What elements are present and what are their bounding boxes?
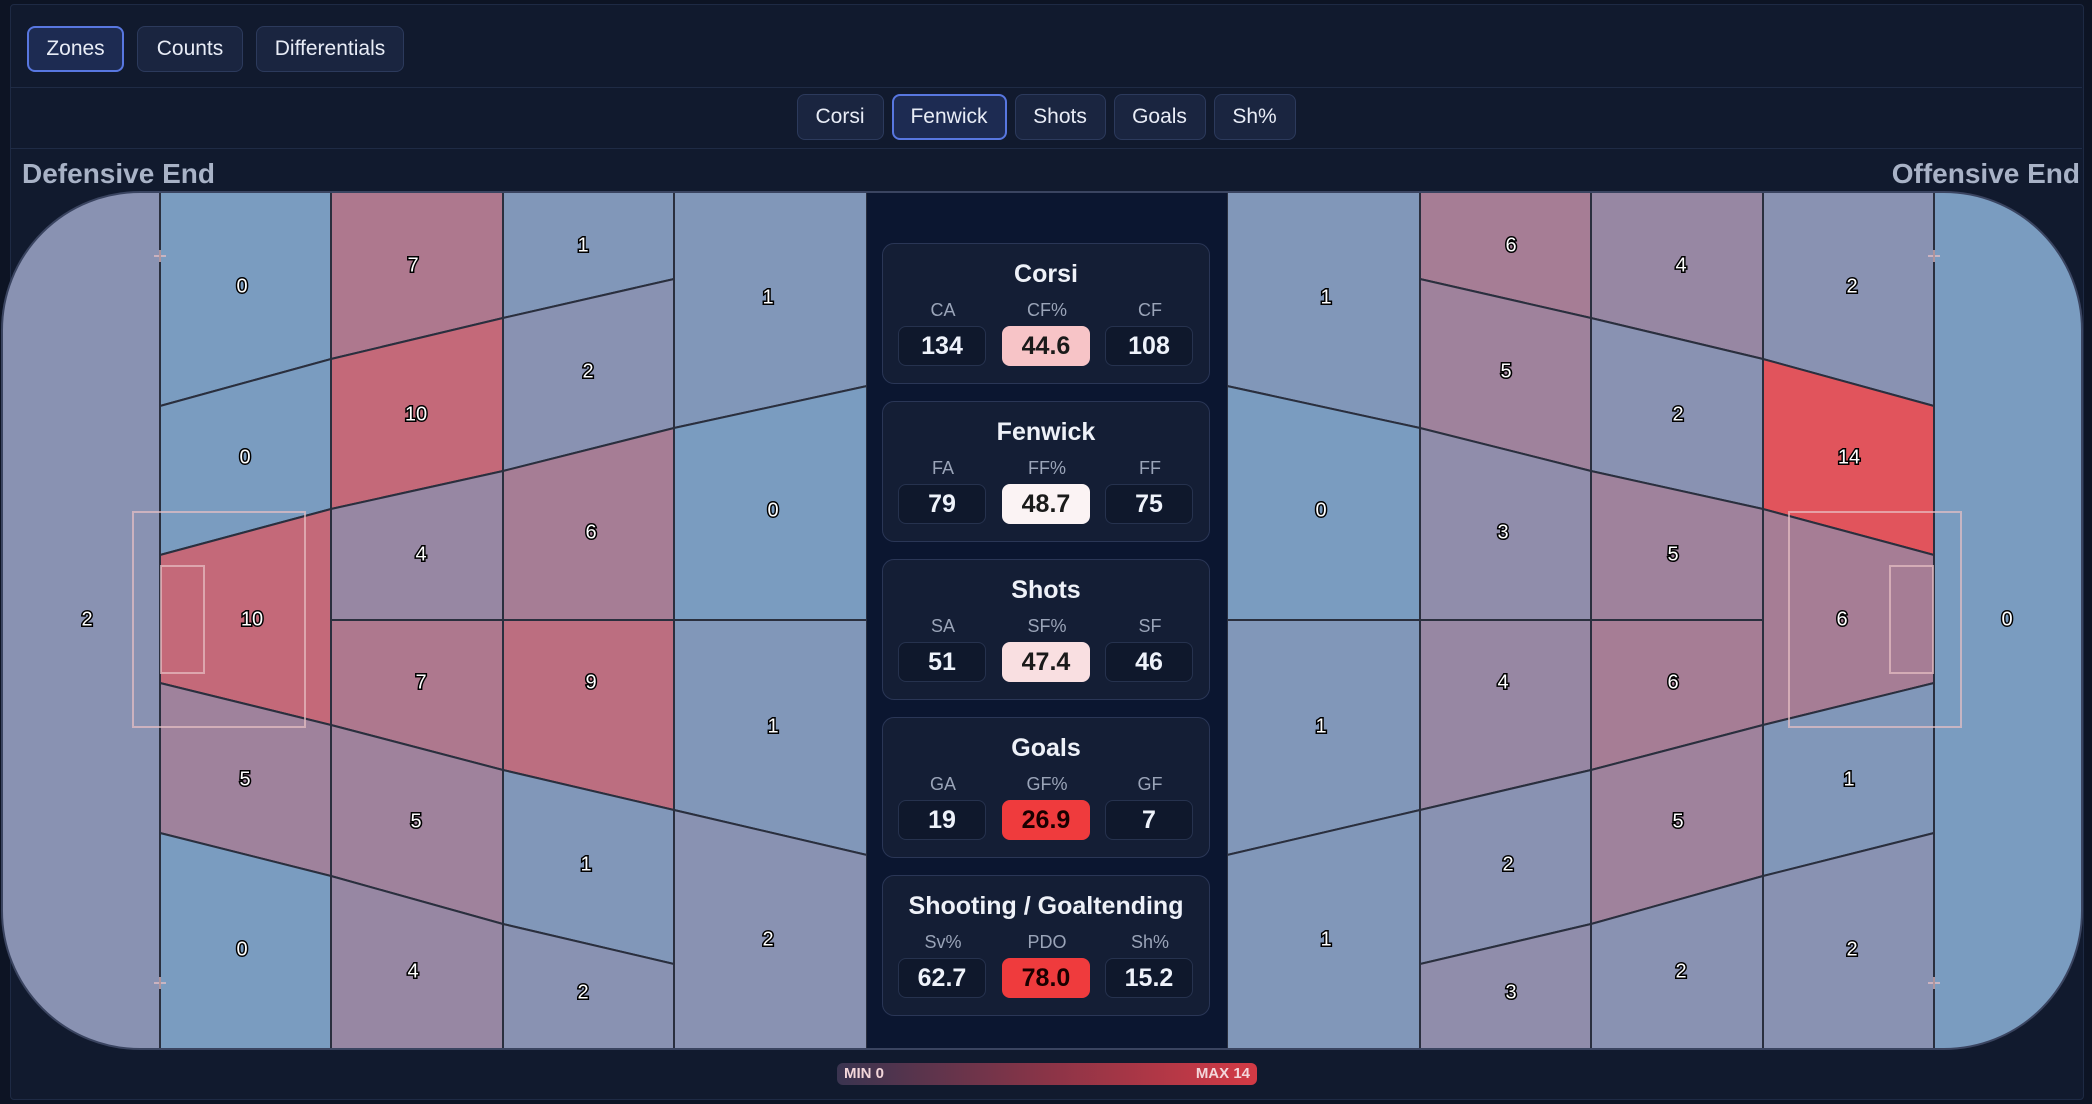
offensive-zone-value: 6 [1505, 234, 1516, 256]
defensive-zone-value: 1 [577, 234, 588, 256]
defensive-zone-value: 0 [236, 275, 247, 297]
offensive-zone-value: 5 [1500, 360, 1511, 382]
offensive-zone-value: 2 [1502, 853, 1513, 875]
stat-card-title: Shooting / Goaltending [908, 892, 1184, 920]
stat-label-gf: GF [1137, 774, 1163, 794]
stat-label-pdo: PDO [1027, 932, 1067, 952]
defensive-zone-value: 0 [767, 499, 778, 521]
offensive-zone-value: 3 [1505, 981, 1516, 1003]
stat-card-title: Corsi [1014, 260, 1078, 288]
stat-card-title: Fenwick [996, 418, 1096, 446]
defensive-zone-value: 2 [762, 928, 773, 950]
defensive-zone-value: 1 [762, 286, 773, 308]
defensive-zone-value: 2 [582, 360, 593, 382]
offensive-zone-value: 5 [1672, 810, 1683, 832]
offensive-zone-value: 2 [1846, 938, 1857, 960]
stat-value-cf: 108 [1105, 326, 1193, 366]
stat-label-ga: GA [929, 774, 956, 794]
offensive-zone-value: 2 [1675, 960, 1686, 982]
offensive-zone-cell[interactable] [1933, 192, 2092, 1049]
offensive-zone-value: 1 [1320, 928, 1331, 950]
defensive-zone-value: 2 [577, 981, 588, 1003]
defensive-zone-value: 2 [81, 608, 92, 630]
defensive-zone-value: 7 [415, 671, 426, 693]
defensive-zone-value: 5 [239, 768, 250, 790]
stat-label-ca: CA [930, 300, 956, 320]
defensive-zone-value: 4 [407, 960, 418, 982]
offensive-zone-value: 2 [1672, 403, 1683, 425]
stat-card-title: Shots [1011, 576, 1081, 604]
offensive-zone-value: 0 [2001, 608, 2012, 630]
defensive-zone-value: 4 [415, 543, 426, 565]
stat-value-ca: 134 [898, 326, 986, 366]
defensive-zone-value: 7 [407, 254, 418, 276]
stat-value-cf-pct: 44.6 [1002, 326, 1090, 366]
offensive-zone-value: 4 [1675, 254, 1686, 276]
stat-label-fa: FA [931, 458, 954, 478]
stat-value-gf-pct: 26.9 [1002, 800, 1090, 840]
defensive-zone-cell[interactable] [0, 192, 161, 1049]
stat-value-pdo: 78.0 [1002, 958, 1090, 998]
defensive-zone-value: 1 [767, 715, 778, 737]
offensive-zone-value: 1 [1320, 286, 1331, 308]
stat-value-ff-pct: 48.7 [1002, 484, 1090, 524]
defensive-zone-value: 0 [236, 938, 247, 960]
stat-label-sf-pct: SF% [1027, 616, 1067, 636]
stat-value-sa: 51 [898, 642, 986, 682]
offensive-zone-value: 4 [1497, 671, 1508, 693]
stat-label-sf: SF [1138, 616, 1162, 636]
defensive-zone-value: 5 [410, 810, 421, 832]
defensive-zone-value: 10 [241, 608, 263, 630]
defensive-zone-value: 1 [580, 853, 591, 875]
offensive-zone-value: 6 [1836, 608, 1847, 630]
stat-value-gf: 7 [1105, 800, 1193, 840]
stat-value-sf-pct: 47.4 [1002, 642, 1090, 682]
stat-label-cf-pct: CF% [1027, 300, 1067, 320]
stat-label-sa: SA [930, 616, 955, 636]
stat-card-goals: Goals GA GF% GF 19 26.9 7 [882, 717, 1210, 858]
offensive-zone-value: 3 [1497, 521, 1508, 543]
defensive-zone-value: 10 [405, 403, 427, 425]
stat-card-corsi: Corsi CA CF% CF 134 44.6 108 [882, 243, 1210, 384]
offensive-zone-value: 14 [1838, 446, 1860, 468]
stat-label-sv-pct: Sv% [924, 932, 962, 952]
stat-card-shooting-goaltending: Shooting / Goaltending Sv% PDO Sh% 62.7 … [882, 875, 1210, 1016]
offensive-zone-value: 1 [1315, 715, 1326, 737]
defensive-zone-value: 0 [239, 446, 250, 468]
offensive-zone-value: 5 [1667, 543, 1678, 565]
stat-label-sh-pct: Sh% [1130, 932, 1170, 952]
defensive-zone-value: 9 [585, 671, 596, 693]
stat-card-title: Goals [1011, 734, 1081, 762]
stat-card-shots: Shots SA SF% SF 51 47.4 46 [882, 559, 1210, 700]
legend-min-label: MIN 0 [844, 1065, 885, 1082]
color-scale-legend: MIN 0 MAX 14 [837, 1063, 1257, 1085]
stat-label-ff: FF [1139, 458, 1161, 478]
stat-value-ga: 19 [898, 800, 986, 840]
stat-value-sv-pct: 62.7 [898, 958, 986, 998]
defensive-zone-value: 6 [585, 521, 596, 543]
stat-label-gf-pct: GF% [1026, 774, 1068, 794]
stat-label-cf: CF [1138, 300, 1162, 320]
offensive-zone-value: 1 [1843, 768, 1854, 790]
offensive-zone-value: 0 [1315, 499, 1326, 521]
stat-value-sh-pct: 15.2 [1105, 958, 1193, 998]
offensive-zone-value: 6 [1667, 671, 1678, 693]
stat-value-fa: 79 [898, 484, 986, 524]
stat-card-fenwick: Fenwick FA FF% FF 79 48.7 75 [882, 401, 1210, 542]
legend-max-label: MAX 14 [1195, 1065, 1250, 1082]
offensive-zone-value: 2 [1846, 275, 1857, 297]
stat-label-ff-pct: FF% [1028, 458, 1066, 478]
stat-value-sf: 46 [1105, 642, 1193, 682]
stat-value-ff: 75 [1105, 484, 1193, 524]
